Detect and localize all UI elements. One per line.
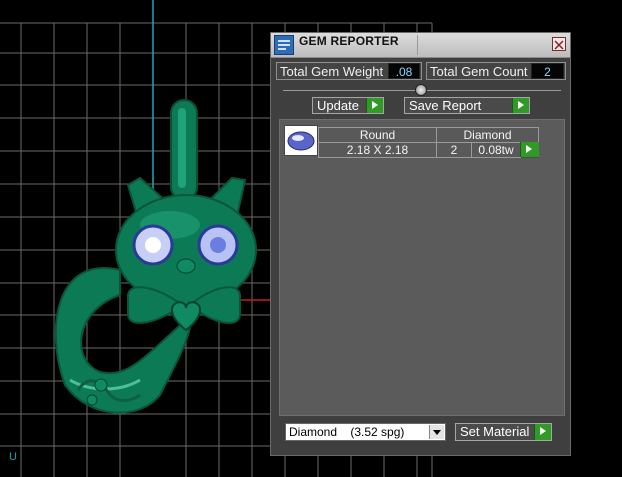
play-arrow-icon — [534, 424, 551, 440]
close-button[interactable] — [552, 37, 566, 51]
update-button[interactable]: Update — [312, 97, 384, 114]
play-arrow-icon — [512, 98, 529, 113]
close-icon — [554, 40, 564, 50]
set-material-button[interactable]: Set Material — [455, 423, 552, 441]
slider-handle[interactable] — [415, 84, 427, 96]
play-arrow-icon — [520, 142, 539, 157]
gem-size-cell: 2.18 X 2.18 — [318, 142, 437, 158]
gem-row-go-button[interactable] — [520, 142, 539, 158]
gem-count-cell: 2 — [436, 142, 472, 158]
window-title: GEM REPORTER — [299, 34, 399, 48]
gem-list-panel: Round Diamond 2.18 X 2.18 2 0.08tw — [279, 119, 565, 416]
title-divider — [417, 35, 418, 55]
cat-pendant-model[interactable] — [54, 99, 257, 414]
save-report-button-label: Save Report — [409, 98, 482, 113]
gem-shape-cell: Round — [318, 127, 437, 143]
gem-reporter-window: GEM REPORTER Total Gem Weight .08 Total … — [270, 32, 571, 456]
total-gem-count-value: 2 — [531, 63, 564, 79]
gem-thumbnail — [284, 125, 318, 156]
save-report-button[interactable]: Save Report — [404, 97, 530, 114]
material-select-value: Diamond (3.52 spg) — [289, 425, 405, 439]
chevron-down-icon[interactable] — [429, 425, 444, 439]
gem-reporter-app-icon — [274, 35, 294, 55]
update-button-label: Update — [317, 98, 359, 113]
set-material-button-label: Set Material — [460, 424, 530, 439]
material-select[interactable]: Diamond (3.52 spg) — [285, 423, 446, 441]
gem-material-cell: Diamond — [436, 127, 539, 143]
title-bar[interactable]: GEM REPORTER — [271, 33, 570, 58]
round-gem-icon — [287, 131, 315, 151]
axis-indicator-icon: U — [9, 451, 17, 463]
total-gem-weight-value: .08 — [388, 63, 420, 79]
play-arrow-icon — [366, 98, 383, 113]
gem-weight-cell: 0.08tw — [471, 142, 521, 158]
